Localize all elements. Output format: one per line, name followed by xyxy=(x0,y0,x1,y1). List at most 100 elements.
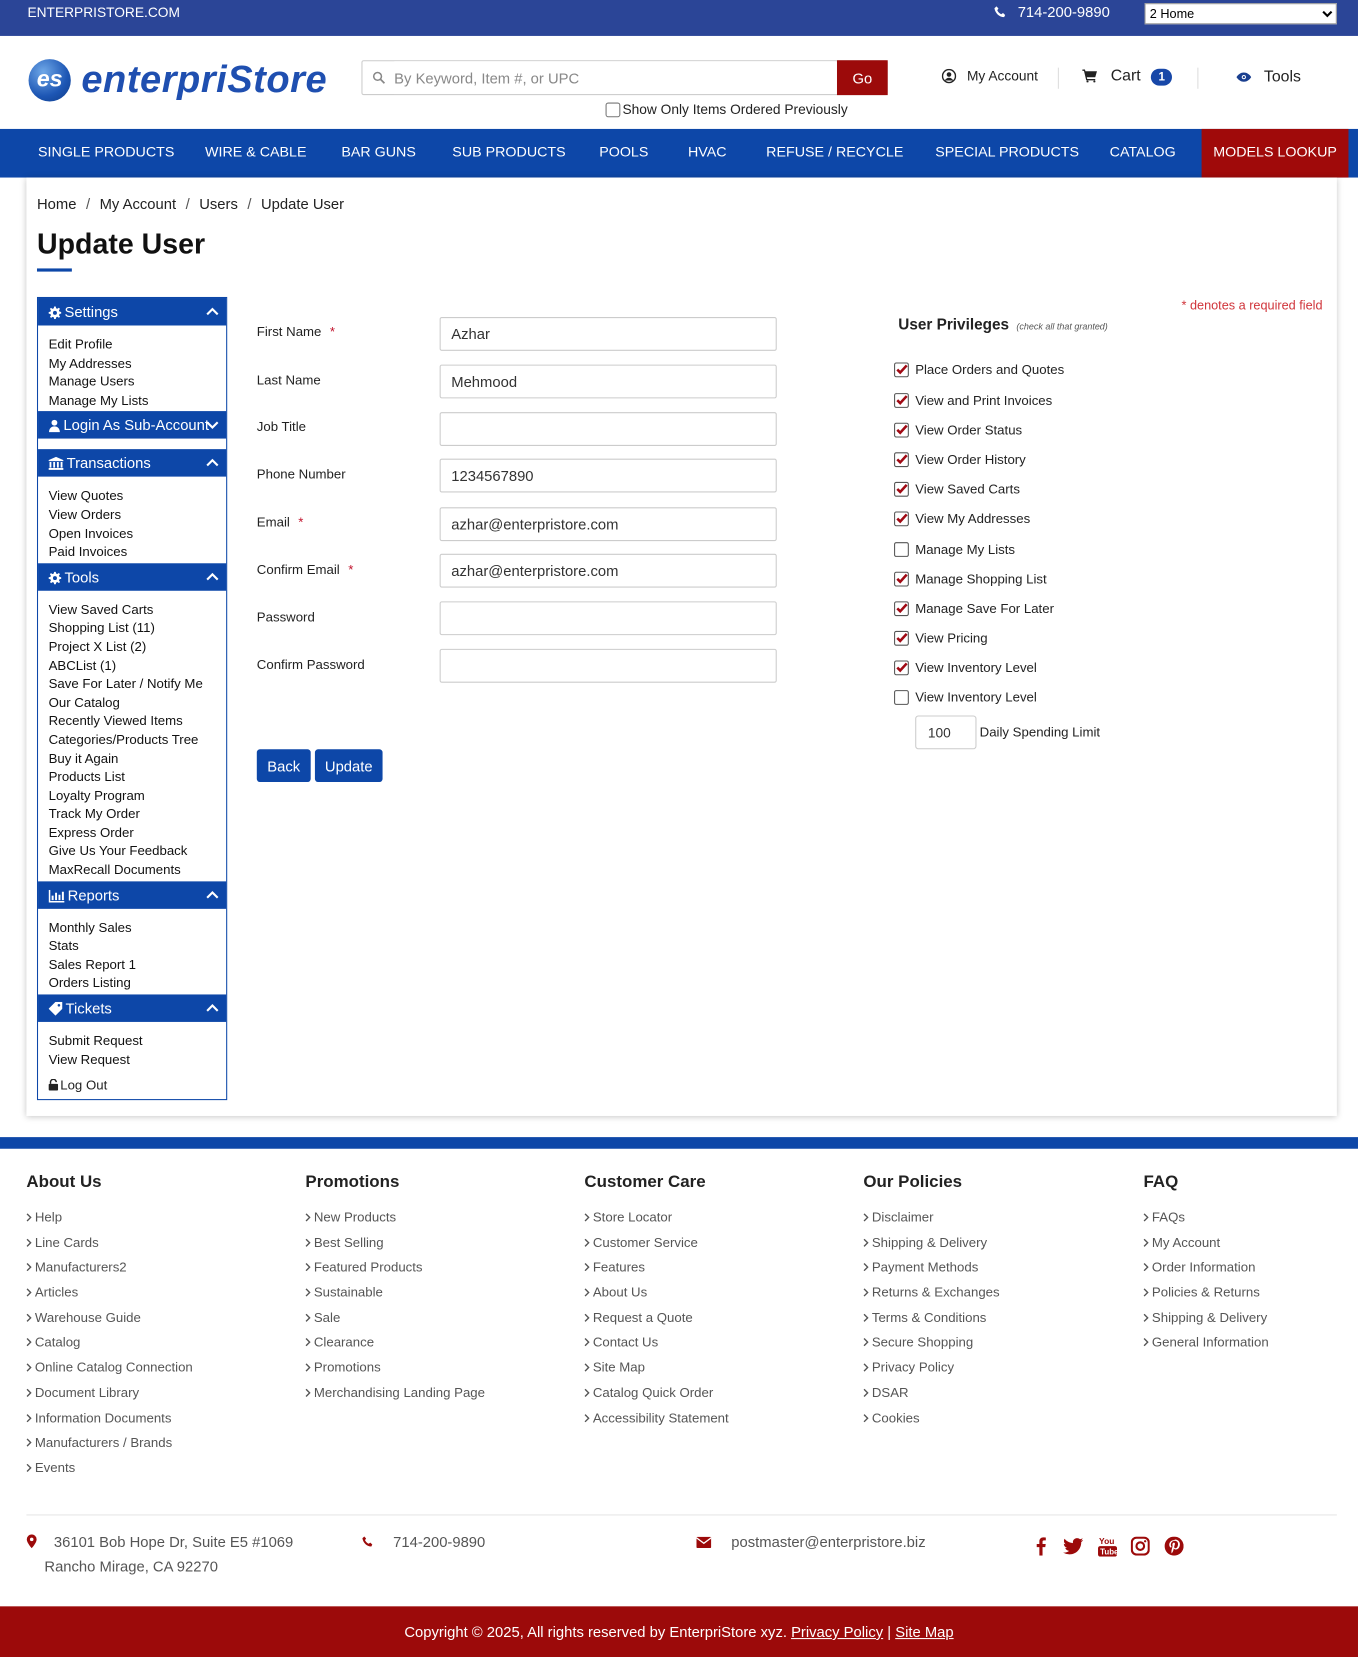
footer-link[interactable]: Payment Methods xyxy=(863,1260,999,1285)
logout-link[interactable]: Log Out xyxy=(38,1070,226,1100)
chevron-up-icon[interactable] xyxy=(206,1002,219,1015)
update-button[interactable]: Update xyxy=(314,749,383,783)
last-name-field[interactable] xyxy=(439,364,777,399)
breadcrumb-my-account[interactable]: My Account xyxy=(100,196,176,213)
sidebar-header-settings[interactable]: Settings xyxy=(38,298,227,326)
footer-link[interactable]: About Us xyxy=(584,1285,728,1310)
sidebar-item-project-x-list[interactable]: Project X List (2) xyxy=(49,638,227,657)
sidebar-item-view-quotes[interactable]: View Quotes xyxy=(49,488,227,507)
nav-models-lookup[interactable]: MODELS LOOKUP xyxy=(1201,128,1349,178)
sidebar-item-our-catalog[interactable]: Our Catalog xyxy=(49,694,227,713)
email-field[interactable] xyxy=(439,507,777,542)
sidebar-item-shopping-list[interactable]: Shopping List (11) xyxy=(49,620,227,639)
footer-link[interactable]: Shipping & Delivery xyxy=(1143,1310,1268,1335)
instagram-icon[interactable] xyxy=(1131,1536,1151,1561)
footer-link[interactable]: Cookies xyxy=(863,1410,999,1435)
job-title-field[interactable] xyxy=(439,412,777,446)
top-phone[interactable]: 714-200-9890 xyxy=(993,3,1110,20)
privilege-option[interactable]: Manage My Lists xyxy=(894,541,1015,560)
sidebar-item-submit-request[interactable]: Submit Request xyxy=(49,1033,227,1052)
sidebar-item-sales-report[interactable]: Sales Report 1 xyxy=(49,956,227,975)
first-name-field[interactable] xyxy=(439,317,777,351)
footer-link[interactable]: Terms & Conditions xyxy=(863,1310,999,1335)
sidebar-item-products-list[interactable]: Products List xyxy=(49,768,227,787)
privilege-option[interactable]: View Inventory Level xyxy=(894,659,1037,678)
checkbox-checked[interactable] xyxy=(894,571,909,587)
footer-link[interactable]: Online Catalog Connection xyxy=(26,1360,193,1385)
youtube-icon[interactable]: You Tube xyxy=(1097,1536,1119,1562)
my-account-link[interactable]: My Account xyxy=(941,68,1038,83)
phone-number-field[interactable] xyxy=(439,458,777,493)
pinterest-icon[interactable] xyxy=(1164,1536,1184,1561)
footer-link[interactable]: Shipping & Delivery xyxy=(863,1235,999,1260)
sidebar-item-view-orders[interactable]: View Orders xyxy=(49,506,227,525)
chevron-up-icon[interactable] xyxy=(206,457,219,470)
footer-link[interactable]: Accessibility Statement xyxy=(584,1410,729,1435)
checkbox-checked[interactable] xyxy=(894,362,909,378)
sidebar-item-feedback[interactable]: Give Us Your Feedback xyxy=(49,843,227,862)
checkbox-checked[interactable] xyxy=(894,422,909,438)
privacy-policy-link[interactable]: Privacy Policy xyxy=(791,1623,883,1640)
footer-email[interactable]: postmaster@enterpristore.biz xyxy=(696,1533,926,1550)
sidebar-header-login-sub-account[interactable]: Login As Sub-Account xyxy=(38,411,227,439)
chevron-up-icon[interactable] xyxy=(206,305,219,318)
checkbox-checked[interactable] xyxy=(894,393,909,408)
password-field[interactable] xyxy=(439,601,777,636)
confirm-email-field[interactable] xyxy=(439,553,777,588)
footer-link[interactable]: DSAR xyxy=(863,1385,999,1410)
footer-link[interactable]: My Account xyxy=(1143,1235,1268,1260)
twitter-icon[interactable] xyxy=(1063,1538,1084,1560)
footer-link[interactable]: Store Locator xyxy=(584,1210,728,1235)
checkbox-unchecked[interactable] xyxy=(894,542,909,557)
cart-link[interactable]: Cart 1 xyxy=(1082,67,1173,86)
sidebar-header-reports[interactable]: Reports xyxy=(38,881,227,909)
nav-bar-guns[interactable]: BAR GUNS xyxy=(341,129,416,178)
site-name[interactable]: ENTERPRISTORE.COM xyxy=(27,4,179,20)
footer-link[interactable]: Order Information xyxy=(1143,1260,1268,1285)
privilege-option[interactable]: Manage Shopping List xyxy=(894,571,1047,590)
nav-sub-products[interactable]: SUB PRODUCTS xyxy=(452,129,565,178)
footer-link[interactable]: Warehouse Guide xyxy=(26,1310,192,1335)
chevron-up-icon[interactable] xyxy=(206,570,219,583)
chevron-up-icon[interactable] xyxy=(206,888,219,901)
nav-pools[interactable]: POOLS xyxy=(599,129,648,178)
footer-link[interactable]: Secure Shopping xyxy=(863,1335,999,1360)
search-input[interactable] xyxy=(394,61,836,95)
nav-hvac[interactable]: HVAC xyxy=(688,129,727,178)
only-ordered-checkbox[interactable] xyxy=(605,102,621,118)
sidebar-item-categories-tree[interactable]: Categories/Products Tree xyxy=(49,731,227,750)
sidebar-item-view-saved-carts[interactable]: View Saved Carts xyxy=(49,601,227,620)
sidebar-item-view-request[interactable]: View Request xyxy=(49,1051,227,1070)
tools-link[interactable]: Tools xyxy=(1236,68,1301,86)
privilege-option[interactable]: View and Print Invoices xyxy=(894,392,1052,411)
privilege-option[interactable]: View Pricing xyxy=(894,630,988,649)
chevron-down-icon[interactable] xyxy=(206,419,219,432)
footer-link[interactable]: Policies & Returns xyxy=(1143,1285,1268,1310)
footer-link[interactable]: Privacy Policy xyxy=(863,1360,999,1385)
footer-link[interactable]: Merchandising Landing Page xyxy=(305,1385,485,1410)
footer-link[interactable]: Best Selling xyxy=(305,1235,485,1260)
sidebar-item-loyalty-program[interactable]: Loyalty Program xyxy=(49,787,227,806)
breadcrumb-home[interactable]: Home xyxy=(37,196,76,213)
checkbox-checked[interactable] xyxy=(894,630,909,646)
footer-link[interactable]: Manufacturers / Brands xyxy=(26,1435,192,1460)
footer-link[interactable]: Catalog xyxy=(26,1335,192,1360)
nav-single-products[interactable]: SINGLE PRODUCTS xyxy=(38,129,174,178)
sidebar-header-tools[interactable]: Tools xyxy=(38,563,227,591)
sidebar-item-edit-profile[interactable]: Edit Profile xyxy=(49,336,227,355)
footer-link[interactable]: Sustainable xyxy=(305,1285,485,1310)
footer-link[interactable]: Sale xyxy=(305,1310,485,1335)
footer-link[interactable]: General Information xyxy=(1143,1335,1269,1360)
footer-link[interactable]: Events xyxy=(26,1460,192,1485)
store-select[interactable]: 2 Home xyxy=(1144,3,1337,25)
sidebar-item-manage-my-lists[interactable]: Manage My Lists xyxy=(49,392,227,411)
sidebar-item-paid-invoices[interactable]: Paid Invoices xyxy=(49,543,227,562)
only-ordered-option[interactable]: Show Only Items Ordered Previously xyxy=(605,101,848,118)
nav-refuse-recycle[interactable]: REFUSE / RECYCLE xyxy=(766,129,903,178)
sidebar-item-monthly-sales[interactable]: Monthly Sales xyxy=(49,919,227,938)
sidebar-item-express-order[interactable]: Express Order xyxy=(49,824,227,843)
breadcrumb-users[interactable]: Users xyxy=(199,196,238,213)
footer-link[interactable]: Manufacturers2 xyxy=(26,1260,192,1285)
footer-link[interactable]: Help xyxy=(26,1210,192,1235)
checkbox-checked[interactable] xyxy=(894,452,909,468)
